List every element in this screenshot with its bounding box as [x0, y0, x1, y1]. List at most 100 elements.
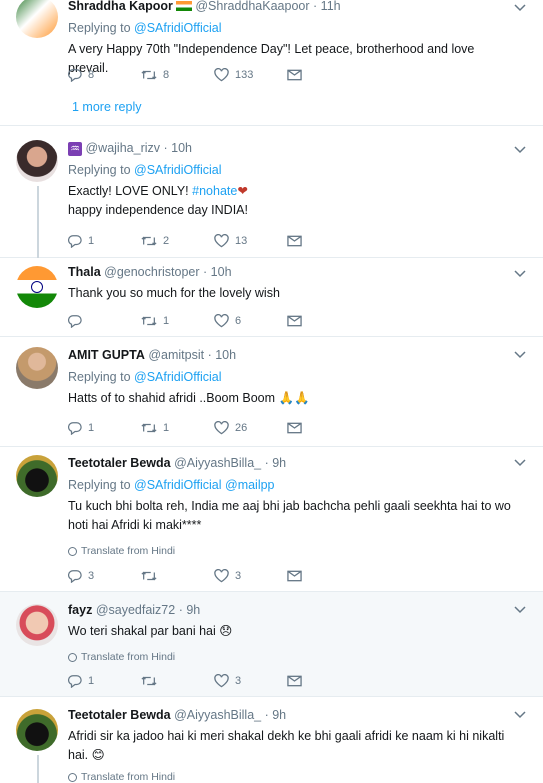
avatar[interactable] — [16, 604, 58, 646]
mention-link[interactable]: @SAfridiOfficial — [134, 163, 221, 177]
mention-link[interactable]: @SAfridiOfficial — [134, 21, 221, 35]
avatar[interactable] — [16, 0, 58, 38]
tweet[interactable]: AMIT GUPTA @amitpsit · 10h Replying to @… — [0, 337, 543, 447]
handle[interactable]: @genochristoper — [104, 265, 199, 279]
tweet-text: Exactly! LOVE ONLY! #nohate❤ happy indepe… — [68, 184, 248, 217]
hashtag-link[interactable]: #nohate — [192, 184, 237, 198]
reply-button[interactable]: 1 — [68, 421, 141, 435]
like-button[interactable]: 3 — [214, 569, 287, 583]
handle[interactable]: @AiyyashBilla_ — [174, 708, 261, 722]
timestamp[interactable]: 10h — [171, 141, 192, 155]
tweet[interactable]: Teetotaler Bewda @AiyyashBilla_ · 9h Rep… — [0, 447, 543, 592]
chevron-down-icon[interactable] — [513, 142, 527, 156]
retweet-button[interactable]: 1 — [141, 421, 214, 435]
reply-count: 1 — [88, 675, 95, 687]
tweet[interactable]: Teetotaler Bewda @AiyyashBilla_ · 9h Afr… — [0, 697, 543, 783]
tweet[interactable]: Shraddha Kapoor @ShraddhaKaapoor · 11h R… — [0, 0, 543, 126]
timestamp[interactable]: 10h — [211, 265, 232, 279]
message-button[interactable] — [287, 235, 360, 247]
reply-button[interactable]: 1 — [68, 234, 141, 248]
timestamp[interactable]: 9h — [186, 603, 200, 617]
reply-icon — [68, 675, 82, 688]
tweet[interactable]: fayz @sayedfaiz72 · 9h Wo teri shakal pa… — [0, 592, 543, 697]
avatar[interactable] — [16, 347, 58, 389]
tweet-actions: 3 3 — [68, 569, 360, 583]
chevron-down-icon[interactable] — [513, 602, 527, 616]
message-icon — [287, 69, 302, 81]
chevron-down-icon[interactable] — [513, 0, 527, 14]
avatar[interactable] — [16, 266, 58, 308]
tweet-text: Thank you so much for the lovely wish — [68, 286, 280, 300]
retweet-button[interactable]: 8 — [141, 68, 214, 82]
reply-button[interactable] — [68, 314, 141, 328]
like-button[interactable]: 3 — [214, 674, 287, 688]
handle[interactable]: @amitpsit — [148, 348, 204, 362]
display-name[interactable]: Shraddha Kapoor — [68, 0, 173, 13]
message-button[interactable] — [287, 422, 360, 434]
retweet-icon — [141, 70, 157, 80]
translate-link[interactable]: Translate from Hindi — [68, 651, 513, 663]
retweet-button[interactable]: 2 — [141, 234, 214, 248]
reply-icon — [68, 235, 82, 248]
tweet-actions: 1 3 — [68, 674, 360, 688]
timestamp[interactable]: 9h — [272, 708, 286, 722]
tweet[interactable]: Thala @genochristoper · 10h Thank you so… — [0, 258, 543, 337]
display-name[interactable]: fayz — [68, 603, 92, 617]
like-icon — [214, 569, 229, 583]
retweet-icon — [141, 236, 157, 246]
avatar[interactable] — [16, 709, 58, 751]
display-name[interactable]: Teetotaler Bewda — [68, 708, 171, 722]
translate-link[interactable]: Translate from Hindi — [68, 771, 513, 783]
display-name[interactable]: AMIT GUPTA — [68, 348, 145, 362]
handle[interactable]: @ShraddhaKaapoor — [195, 0, 309, 13]
like-button[interactable]: 6 — [214, 314, 287, 328]
retweet-count: 1 — [163, 315, 170, 327]
like-icon — [214, 421, 229, 435]
tweet-feed: Shraddha Kapoor @ShraddhaKaapoor · 11h R… — [0, 0, 543, 783]
retweet-button[interactable] — [141, 569, 214, 583]
tweet-text: Tu kuch bhi bolta reh, India me aaj bhi … — [68, 499, 511, 532]
avatar[interactable] — [16, 140, 58, 182]
globe-icon — [68, 772, 77, 782]
like-count: 133 — [235, 69, 254, 81]
chevron-down-icon[interactable] — [513, 455, 527, 469]
tweet-text: Wo teri shakal par bani hai 😞 — [68, 624, 233, 638]
display-name[interactable]: Thala — [68, 265, 101, 279]
reply-button[interactable]: 1 — [68, 674, 141, 688]
chevron-down-icon[interactable] — [513, 266, 527, 280]
like-button[interactable]: 26 — [214, 421, 287, 435]
like-button[interactable]: 13 — [214, 234, 287, 248]
tweet[interactable]: ♒ @wajiha_rizv · 10h Replying to @SAfrid… — [0, 126, 543, 258]
timestamp[interactable]: 10h — [215, 348, 236, 362]
thread-line — [37, 755, 39, 783]
handle[interactable]: @wajiha_rizv — [85, 141, 160, 155]
message-button[interactable] — [287, 570, 360, 582]
mention-link[interactable]: @mailpp — [225, 478, 275, 492]
reply-icon — [68, 315, 82, 328]
mention-link[interactable]: @SAfridiOfficial — [134, 478, 221, 492]
message-icon — [287, 422, 302, 434]
more-replies-link[interactable]: 1 more reply — [72, 100, 141, 114]
like-count: 26 — [235, 422, 248, 434]
message-button[interactable] — [287, 675, 360, 687]
reply-icon — [68, 69, 82, 82]
tweet-text: Hatts of to shahid afridi ..Boom Boom 🙏🙏 — [68, 391, 310, 405]
handle[interactable]: @AiyyashBilla_ — [174, 456, 261, 470]
chevron-down-icon[interactable] — [513, 707, 527, 721]
retweet-button[interactable] — [141, 674, 214, 688]
translate-link[interactable]: Translate from Hindi — [68, 545, 513, 557]
message-button[interactable] — [287, 69, 360, 81]
timestamp[interactable]: 11h — [321, 0, 341, 13]
display-name[interactable]: Teetotaler Bewda — [68, 456, 171, 470]
retweet-button[interactable]: 1 — [141, 314, 214, 328]
handle[interactable]: @sayedfaiz72 — [96, 603, 175, 617]
timestamp[interactable]: 9h — [272, 456, 286, 470]
reply-button[interactable]: 8 — [68, 68, 141, 82]
like-count: 13 — [235, 235, 248, 247]
message-button[interactable] — [287, 315, 360, 327]
like-button[interactable]: 133 — [214, 68, 287, 82]
reply-button[interactable]: 3 — [68, 569, 141, 583]
chevron-down-icon[interactable] — [513, 347, 527, 361]
mention-link[interactable]: @SAfridiOfficial — [134, 370, 221, 384]
avatar[interactable] — [16, 455, 58, 497]
